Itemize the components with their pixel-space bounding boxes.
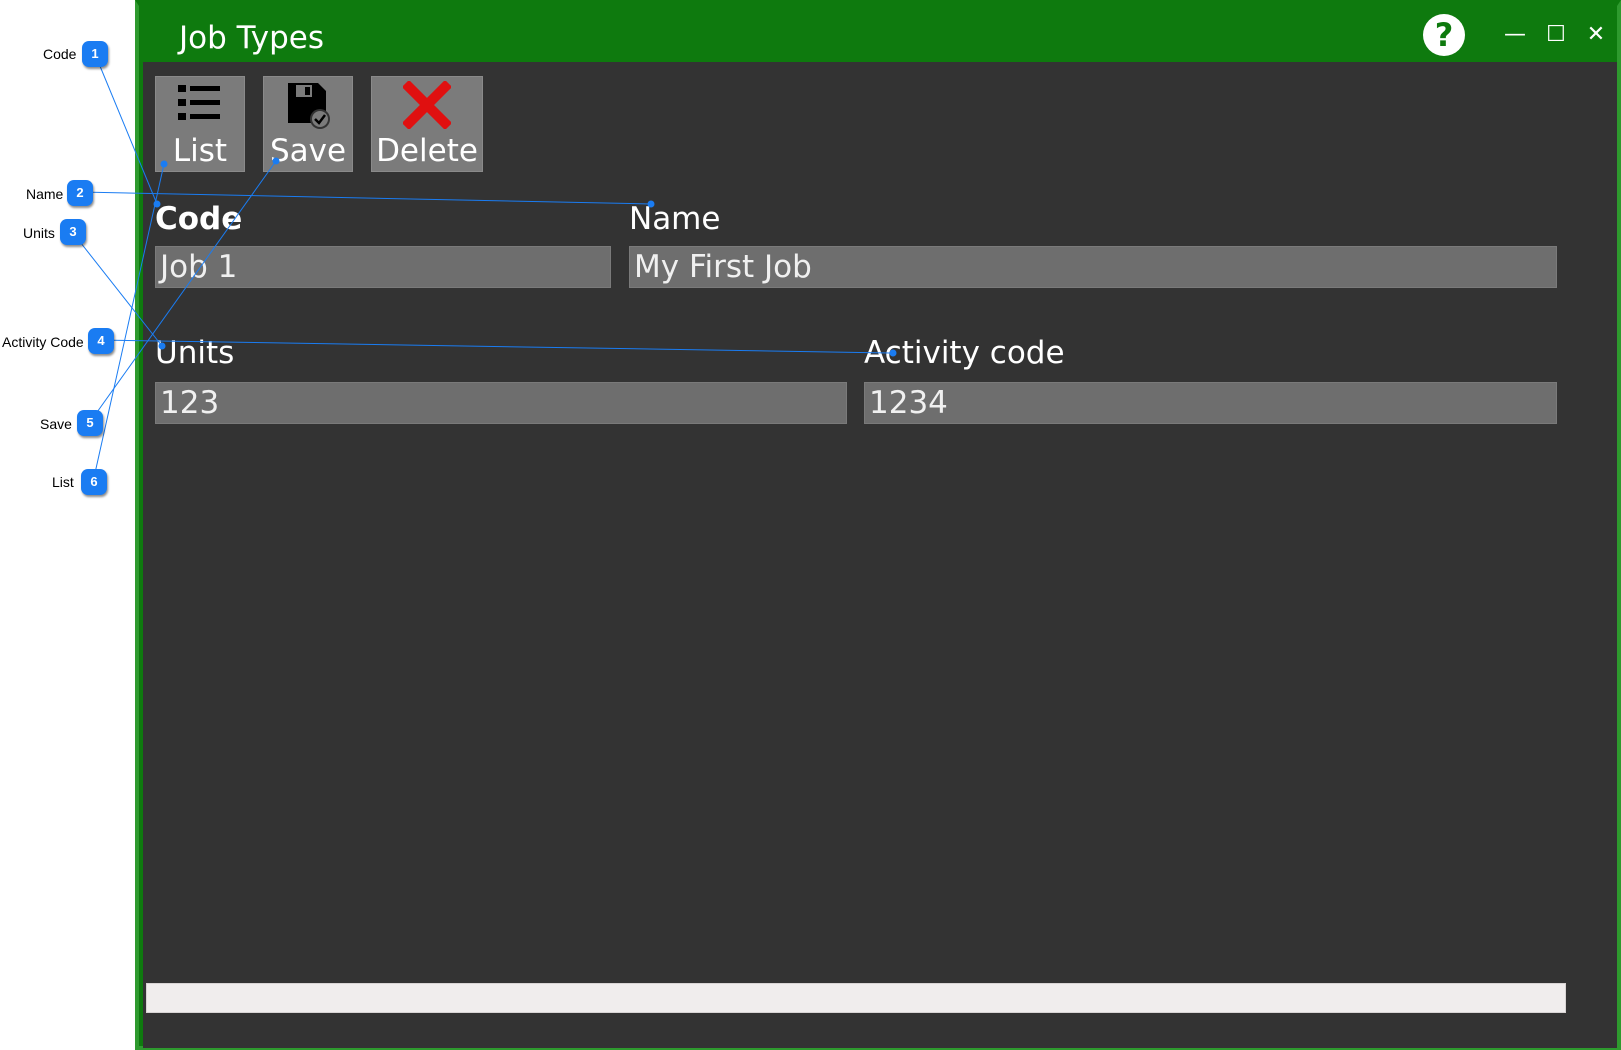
- job-types-window: Job Types ? — ☐ ✕ List Save Delete Code …: [135, 0, 1621, 1050]
- list-button-label: List: [172, 133, 228, 169]
- title-bar[interactable]: Job Types ? — ☐ ✕: [139, 6, 1617, 62]
- delete-icon: [403, 81, 451, 129]
- callout-badge-5: 5: [77, 410, 103, 436]
- callout-label-name: Name: [26, 186, 64, 202]
- activity-code-field[interactable]: 1234: [864, 382, 1557, 424]
- callout-badge-6: 6: [81, 469, 107, 495]
- save-icon: [288, 83, 330, 129]
- callout-badge-4: 4: [88, 328, 114, 354]
- content-area: List Save Delete Code Job 1 Name My Firs…: [143, 62, 1617, 1048]
- callout-label-activity-code: Activity Code: [2, 334, 84, 350]
- save-button[interactable]: Save: [263, 76, 353, 172]
- delete-button-label: Delete: [376, 133, 478, 169]
- callout-label-code: Code: [43, 46, 77, 62]
- activity-code-label: Activity code: [864, 335, 1065, 371]
- status-bar: [146, 983, 1566, 1013]
- callout-label-list: List: [52, 474, 74, 490]
- maximize-button[interactable]: ☐: [1539, 18, 1573, 52]
- help-icon[interactable]: ?: [1423, 14, 1465, 56]
- units-label: Units: [155, 335, 235, 371]
- list-button[interactable]: List: [155, 76, 245, 172]
- code-label: Code: [155, 201, 243, 237]
- callout-label-units: Units: [23, 225, 55, 241]
- units-field[interactable]: 123: [155, 382, 847, 424]
- callout-badge-2: 2: [67, 180, 93, 206]
- minimize-button[interactable]: —: [1498, 18, 1532, 52]
- list-icon: [178, 85, 220, 120]
- callout-label-save: Save: [40, 416, 72, 432]
- code-field[interactable]: Job 1: [155, 246, 611, 288]
- close-button[interactable]: ✕: [1579, 18, 1613, 52]
- window-title: Job Types: [179, 20, 324, 56]
- delete-button[interactable]: Delete: [371, 76, 483, 172]
- name-label: Name: [629, 201, 721, 237]
- callout-badge-3: 3: [60, 219, 86, 245]
- callout-badge-1: 1: [82, 41, 108, 67]
- save-button-label: Save: [269, 133, 347, 169]
- name-field[interactable]: My First Job: [629, 246, 1557, 288]
